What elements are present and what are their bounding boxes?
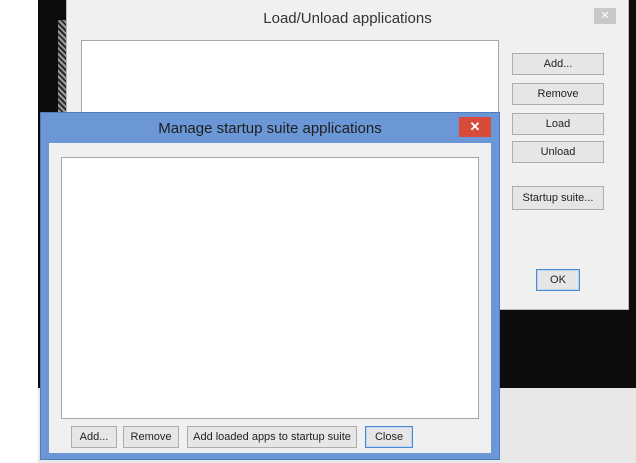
ok-button[interactable]: OK	[536, 269, 580, 291]
startup-suite-dialog-body: Add... Remove Add loaded apps to startup…	[49, 143, 491, 453]
startup-suite-dialog-title: Manage startup suite applications	[158, 120, 382, 137]
startup-suite-apps-list[interactable]	[61, 157, 479, 419]
remove-app-button[interactable]: Remove	[512, 83, 604, 105]
startup-suite-close-icon[interactable]: ✕	[459, 117, 491, 137]
load-unload-close-icon[interactable]: ✕	[594, 8, 616, 24]
add-app-button[interactable]: Add...	[512, 53, 604, 75]
load-app-button[interactable]: Load	[512, 113, 604, 135]
startup-close-button[interactable]: Close	[365, 426, 413, 448]
startup-suite-dialog: Manage startup suite applications ✕ Add.…	[40, 112, 500, 460]
unload-app-button[interactable]: Unload	[512, 141, 604, 163]
load-unload-dialog-title: Load/Unload applications	[263, 10, 432, 27]
startup-add-button[interactable]: Add...	[71, 426, 117, 448]
add-loaded-apps-button[interactable]: Add loaded apps to startup suite	[187, 426, 357, 448]
startup-remove-button[interactable]: Remove	[123, 426, 179, 448]
startup-suite-button[interactable]: Startup suite...	[512, 186, 604, 210]
